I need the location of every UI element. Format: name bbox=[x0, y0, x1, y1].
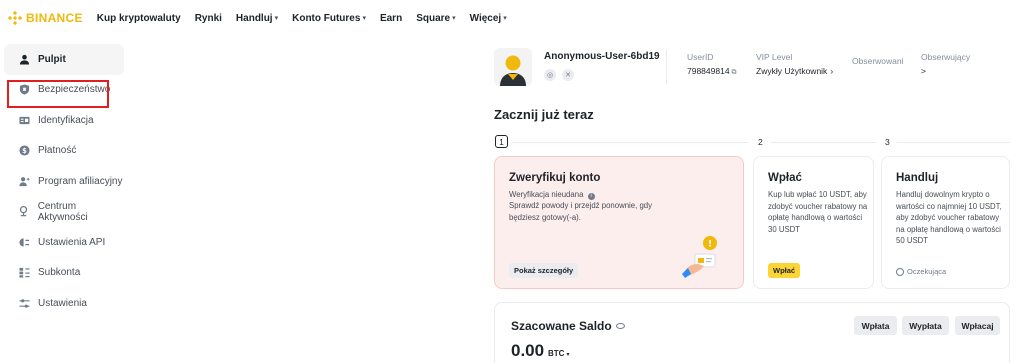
username: Anonymous-User-6bd19 bbox=[544, 51, 660, 62]
social-links: ◎ ✕ bbox=[544, 69, 574, 81]
step-line bbox=[512, 142, 748, 143]
vip-level-label: VIP Level bbox=[756, 52, 793, 62]
top-navigation: BINANCE Kup kryptowaluty Rynki Handluj ▾ … bbox=[0, 0, 1024, 36]
clock-icon bbox=[896, 267, 904, 276]
card-title: Handluj bbox=[896, 172, 939, 184]
chevron-down-icon: ▾ bbox=[274, 15, 279, 22]
chevron-right-icon: › bbox=[830, 66, 834, 76]
step-line bbox=[770, 142, 876, 143]
id-card-hand-illustration: ! bbox=[682, 232, 724, 278]
chevron-down-icon: ▾ bbox=[503, 15, 507, 22]
step-number-3: 3 bbox=[885, 137, 890, 147]
show-details-button[interactable]: Pokaż szczegóły bbox=[509, 263, 579, 278]
nav-buy-crypto[interactable]: Kup kryptowaluty bbox=[97, 13, 181, 24]
sidebar-item-label: Bezpieczeństwo bbox=[38, 84, 111, 96]
medal-icon bbox=[18, 206, 30, 218]
nav-more[interactable]: Więcej ▾ bbox=[470, 13, 507, 24]
nav-earn[interactable]: Earn bbox=[380, 13, 402, 24]
balance-amount: 0.00 bbox=[511, 341, 545, 360]
chevron-down-icon: ▾ bbox=[362, 15, 366, 22]
divider bbox=[666, 50, 667, 84]
nav-markets[interactable]: Rynki bbox=[195, 13, 222, 24]
eye-icon[interactable] bbox=[615, 323, 625, 329]
getting-started-title: Zacznij już teraz bbox=[494, 107, 594, 122]
sidebar-item-dashboard[interactable]: Pulpit bbox=[4, 44, 124, 75]
step-number-2: 2 bbox=[758, 137, 763, 147]
card-title: Wpłać bbox=[768, 172, 802, 184]
deposit-description: Kup lub wpłać 10 USDT, aby zdobyć vouche… bbox=[768, 190, 868, 234]
deposit-balance-button[interactable]: Wpłata bbox=[854, 316, 897, 335]
sidebar-item-label: Ustawienia API bbox=[38, 236, 106, 248]
nav-trade[interactable]: Handluj ▾ bbox=[236, 13, 278, 24]
verification-status: Weryfikacja nieudana i bbox=[509, 189, 709, 201]
shield-icon bbox=[18, 84, 30, 96]
followers-label[interactable]: Obserwujący bbox=[921, 52, 970, 62]
trade-description: Handluj dowolnym krypto o wartości co na… bbox=[896, 190, 1002, 245]
sidebar-item-payment[interactable]: $ Płatność bbox=[0, 136, 126, 167]
sidebar-item-activity-center[interactable]: Centrum Aktywności bbox=[0, 197, 126, 228]
brand-name: BINANCE bbox=[26, 11, 83, 25]
binance-logo[interactable]: BINANCE bbox=[8, 11, 83, 25]
following-label[interactable]: Obserwowani bbox=[852, 56, 904, 66]
sidebar-item-label: Centrum Aktywności bbox=[37, 200, 88, 223]
binance-social-icon[interactable]: ◎ bbox=[544, 69, 556, 81]
api-icon bbox=[18, 236, 30, 248]
verification-description: Sprawdź powody i przejdź ponownie, gdy b… bbox=[509, 201, 653, 222]
sidebar-item-label: Ustawienia bbox=[38, 297, 87, 309]
step-number-1: 1 bbox=[495, 135, 508, 148]
vip-level-value[interactable]: Zwykły Użytkownik › bbox=[756, 66, 833, 76]
svg-text:!: ! bbox=[708, 240, 712, 250]
user-icon bbox=[18, 53, 30, 65]
deposit-button[interactable]: Wpłać bbox=[768, 263, 801, 278]
settings-icon bbox=[18, 297, 30, 309]
chevron-down-icon: ▾ bbox=[452, 15, 456, 22]
balance-title: Szacowane Saldo bbox=[511, 319, 625, 333]
trade-card: Handluj Handluj dowolnym krypto o wartoś… bbox=[881, 156, 1010, 289]
sidebar-item-security[interactable]: Bezpieczeństwo bbox=[0, 75, 126, 106]
nav-square[interactable]: Square ▾ bbox=[416, 13, 455, 24]
sidebar-item-label: Subkonta bbox=[38, 267, 81, 279]
sidebar-item-label: Program afiliacyjny bbox=[38, 175, 123, 187]
deposit-card: Wpłać Kup lub wpłać 10 USDT, aby zdobyć … bbox=[753, 156, 874, 289]
id-card-icon bbox=[18, 114, 30, 126]
nav-futures[interactable]: Konto Futures ▾ bbox=[292, 13, 366, 24]
user-id-value[interactable]: 798849814 ⧉ bbox=[687, 66, 737, 77]
step-line bbox=[897, 142, 1010, 143]
sidebar-item-label: Pulpit bbox=[38, 53, 66, 65]
avatar[interactable] bbox=[494, 48, 532, 86]
followers-chevron-icon[interactable]: > bbox=[921, 66, 926, 76]
subaccount-icon bbox=[18, 267, 30, 279]
cash-in-button[interactable]: Wpłacaj bbox=[955, 316, 1000, 335]
dollar-icon: $ bbox=[18, 145, 30, 157]
sidebar-item-label: Płatność bbox=[38, 145, 77, 157]
withdraw-button[interactable]: Wypłata bbox=[902, 316, 949, 335]
copy-icon[interactable]: ⧉ bbox=[732, 69, 737, 76]
sidebar: Pulpit Bezpieczeństwo Identyfikacja $ Pł… bbox=[0, 44, 126, 319]
sidebar-item-label: Identyfikacja bbox=[38, 114, 94, 126]
x-social-icon[interactable]: ✕ bbox=[562, 69, 574, 81]
svg-text:$: $ bbox=[22, 147, 27, 155]
estimated-balance-card: Szacowane Saldo 0.00 BTC ▾ Wpłata Wypłata… bbox=[494, 302, 1010, 363]
sidebar-item-affiliate[interactable]: Program afiliacyjny bbox=[0, 166, 126, 197]
binance-logo-icon bbox=[8, 11, 22, 25]
user-id-label: UserID bbox=[687, 52, 714, 62]
pending-status: Oczekująca bbox=[896, 267, 946, 276]
sidebar-item-api-settings[interactable]: Ustawienia API bbox=[0, 227, 126, 258]
balance-unit-select[interactable]: BTC ▾ bbox=[548, 349, 569, 358]
add-user-icon bbox=[18, 175, 30, 187]
chevron-down-icon: ▾ bbox=[566, 352, 570, 358]
card-title: Zweryfikuj konto bbox=[509, 172, 601, 184]
info-icon[interactable]: i bbox=[587, 193, 595, 200]
sidebar-item-identification[interactable]: Identyfikacja bbox=[0, 105, 126, 136]
sidebar-item-subaccounts[interactable]: Subkonta bbox=[0, 258, 126, 289]
sidebar-item-settings[interactable]: Ustawienia bbox=[0, 288, 126, 319]
